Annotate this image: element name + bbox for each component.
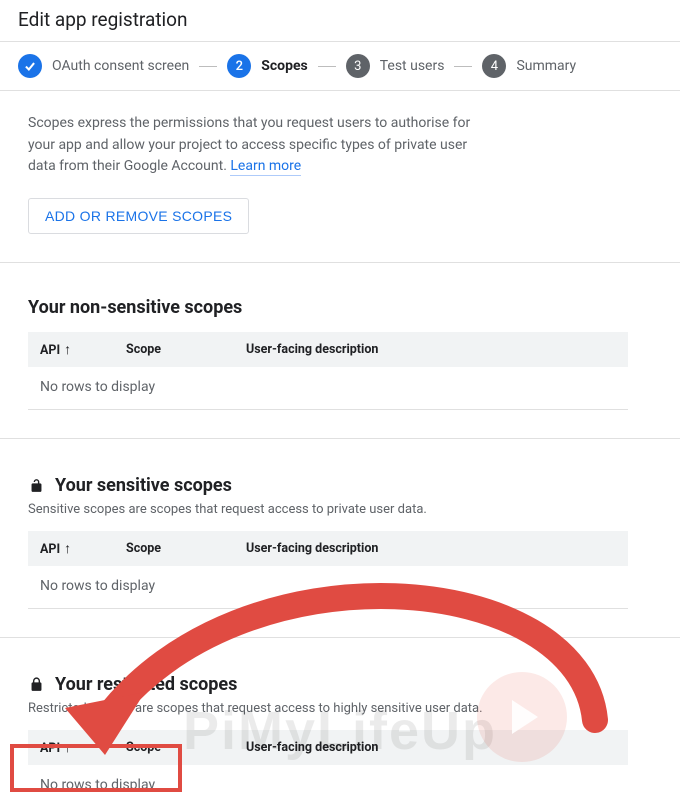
section-sensitive: Your sensitive scopes Sensitive scopes a… bbox=[0, 475, 680, 609]
section-title: Your restricted scopes bbox=[28, 674, 652, 695]
sort-asc-icon: ↑ bbox=[64, 739, 71, 756]
step-summary[interactable]: 4 Summary bbox=[482, 54, 576, 78]
intro-text: Scopes express the permissions that you … bbox=[28, 113, 498, 178]
section-title: Your non-sensitive scopes bbox=[28, 297, 652, 318]
section-title: Your sensitive scopes bbox=[28, 475, 652, 496]
table-empty-row: No rows to display bbox=[28, 367, 628, 410]
step-separator bbox=[318, 66, 336, 67]
col-api[interactable]: API↑ bbox=[28, 730, 114, 765]
table-empty-row: No rows to display bbox=[28, 765, 628, 800]
section-desc: Restricted scopes are scopes that reques… bbox=[28, 701, 652, 716]
col-api[interactable]: API↑ bbox=[28, 531, 114, 566]
step-scopes[interactable]: 2 Scopes bbox=[227, 54, 307, 78]
section-restricted: Your restricted scopes Restricted scopes… bbox=[0, 674, 680, 800]
scopes-table: API↑ Scope User-facing description No ro… bbox=[28, 332, 628, 410]
section-non-sensitive: Your non-sensitive scopes API↑ Scope Use… bbox=[0, 297, 680, 410]
col-scope[interactable]: Scope bbox=[114, 332, 234, 367]
scopes-table: API↑ Scope User-facing description No ro… bbox=[28, 531, 628, 609]
divider bbox=[0, 438, 680, 439]
step-label: OAuth consent screen bbox=[52, 58, 189, 74]
stepper: OAuth consent screen 2 Scopes 3 Test use… bbox=[0, 41, 680, 91]
step-number-icon: 3 bbox=[346, 54, 370, 78]
col-scope[interactable]: Scope bbox=[114, 531, 234, 566]
check-icon bbox=[18, 54, 42, 78]
step-oauth-consent[interactable]: OAuth consent screen bbox=[18, 54, 189, 78]
step-test-users[interactable]: 3 Test users bbox=[346, 54, 445, 78]
divider bbox=[0, 637, 680, 638]
step-label: Summary bbox=[516, 58, 576, 74]
section-desc: Sensitive scopes are scopes that request… bbox=[28, 502, 652, 517]
step-number-icon: 4 bbox=[482, 54, 506, 78]
step-number-icon: 2 bbox=[227, 54, 251, 78]
col-desc[interactable]: User-facing description bbox=[234, 730, 628, 765]
col-api[interactable]: API↑ bbox=[28, 332, 114, 367]
table-empty-row: No rows to display bbox=[28, 566, 628, 609]
step-label: Test users bbox=[380, 58, 445, 74]
col-scope[interactable]: Scope bbox=[114, 730, 234, 765]
unlock-icon bbox=[28, 477, 45, 494]
col-desc[interactable]: User-facing description bbox=[234, 531, 628, 566]
sort-asc-icon: ↑ bbox=[64, 540, 71, 557]
step-separator bbox=[454, 66, 472, 67]
page-title: Edit app registration bbox=[18, 8, 662, 31]
step-label: Scopes bbox=[261, 58, 307, 74]
lock-icon bbox=[28, 676, 45, 693]
learn-more-link[interactable]: Learn more bbox=[230, 158, 301, 176]
sort-asc-icon: ↑ bbox=[64, 341, 71, 358]
add-remove-scopes-button[interactable]: ADD OR REMOVE SCOPES bbox=[28, 198, 249, 234]
col-desc[interactable]: User-facing description bbox=[234, 332, 628, 367]
scopes-table: API↑ Scope User-facing description No ro… bbox=[28, 730, 628, 800]
divider bbox=[0, 262, 680, 263]
step-separator bbox=[199, 66, 217, 67]
